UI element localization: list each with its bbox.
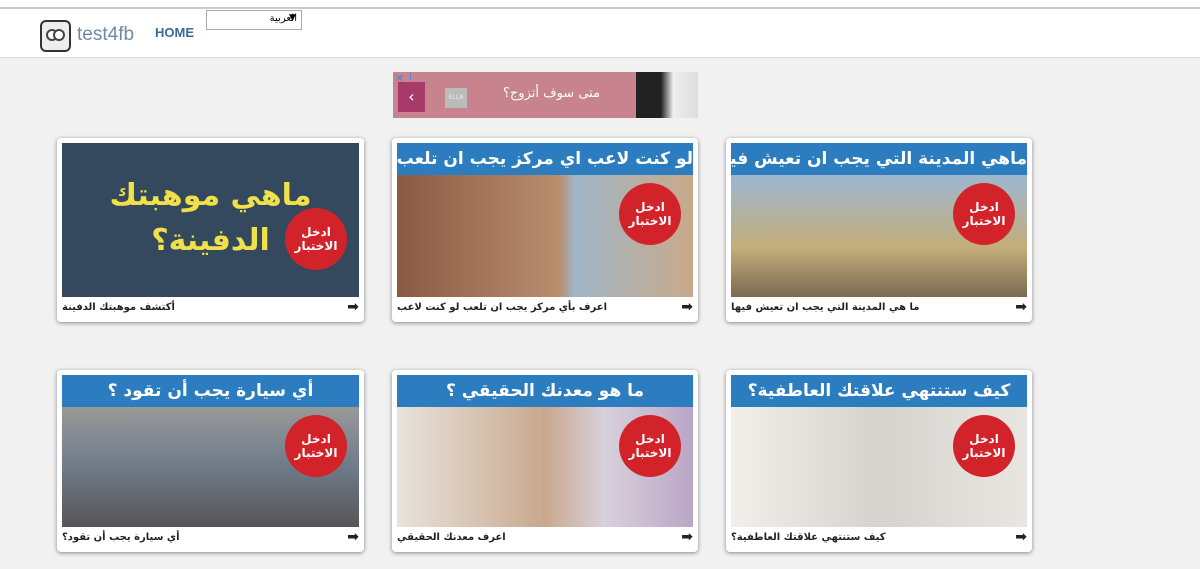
dropdown-arrow-icon: ▼ bbox=[289, 13, 296, 23]
quiz-image[interactable]: كيف ستنتهي علاقتك العاطفية؟ ادخل الاختبا… bbox=[731, 375, 1027, 527]
advertisement-banner[interactable]: ‹ ELLA متى سوف أتزوج؟ ✕ i bbox=[393, 72, 698, 118]
nav-home-link[interactable]: HOME bbox=[155, 25, 194, 40]
quiz-card[interactable]: ما هو معدنك الحقيقي ؟ ادخل الاختبار ➡ اعر… bbox=[392, 370, 698, 552]
quiz-card[interactable]: كيف ستنتهي علاقتك العاطفية؟ ادخل الاختبا… bbox=[726, 370, 1032, 552]
arrow-right-icon[interactable]: ➡ bbox=[1015, 299, 1027, 315]
ad-close-icon[interactable]: ✕ bbox=[395, 72, 404, 85]
ad-brand-logo: ELLA bbox=[445, 88, 467, 108]
quiz-card[interactable]: ماهي المدينة التي يجب ان تعيش فيها ادخل … bbox=[726, 138, 1032, 322]
arrow-right-icon[interactable]: ➡ bbox=[1015, 529, 1027, 545]
enter-quiz-badge: ادخل الاختبار bbox=[285, 208, 347, 270]
arrow-right-icon[interactable]: ➡ bbox=[347, 529, 359, 545]
quiz-caption-link[interactable]: ما هي المدينة التي يجب ان تعيش فيها bbox=[731, 302, 919, 313]
ad-wedding-photo bbox=[636, 72, 698, 118]
arrow-right-icon[interactable]: ➡ bbox=[681, 299, 693, 315]
enter-quiz-badge: ادخل الاختبار bbox=[953, 415, 1015, 477]
quiz-image[interactable]: ماهي المدينة التي يجب ان تعيش فيها ادخل … bbox=[731, 143, 1027, 297]
quiz-image[interactable]: أي سيارة يجب أن تقود ؟ ادخل الاختبار bbox=[62, 375, 359, 527]
quiz-caption-link[interactable]: أي سيارة يجب أن تقود؟ bbox=[62, 532, 180, 543]
quiz-card[interactable]: لو كنت لاعب اي مركز يجب ان تلعب ادخل الا… bbox=[392, 138, 698, 322]
quiz-banner: ماهي المدينة التي يجب ان تعيش فيها bbox=[731, 143, 1027, 175]
arrow-right-icon[interactable]: ➡ bbox=[347, 299, 359, 315]
quiz-banner: أي سيارة يجب أن تقود ؟ bbox=[62, 375, 359, 407]
navbar: test4fb HOME العربية ▼ bbox=[0, 9, 1200, 58]
quiz-caption-link[interactable]: اعرف معدنك الحقيقي bbox=[397, 532, 506, 543]
dog-logo-icon[interactable] bbox=[40, 20, 71, 52]
enter-quiz-badge: ادخل الاختبار bbox=[285, 415, 347, 477]
browser-top-edge bbox=[0, 0, 1200, 9]
quiz-banner: ما هو معدنك الحقيقي ؟ bbox=[397, 375, 693, 407]
language-select[interactable]: العربية ▼ bbox=[206, 10, 302, 30]
arrow-right-icon[interactable]: ➡ bbox=[681, 529, 693, 545]
ad-text: متى سوف أتزوج؟ bbox=[503, 86, 601, 101]
quiz-caption-link[interactable]: أكتشف موهبتك الدفينة bbox=[62, 302, 175, 313]
enter-quiz-badge: ادخل الاختبار bbox=[619, 415, 681, 477]
brand-name[interactable]: test4fb bbox=[77, 24, 134, 46]
ad-back-button[interactable]: ‹ bbox=[398, 82, 425, 112]
quiz-banner: كيف ستنتهي علاقتك العاطفية؟ bbox=[731, 375, 1027, 407]
ad-info-icon[interactable]: i bbox=[409, 72, 412, 83]
quiz-banner: لو كنت لاعب اي مركز يجب ان تلعب bbox=[397, 143, 693, 175]
quiz-image[interactable]: ما هو معدنك الحقيقي ؟ ادخل الاختبار bbox=[397, 375, 693, 527]
quiz-card[interactable]: ماهي موهبتك الدفينة؟ ادخل الاختبار ➡ أكتش… bbox=[57, 138, 364, 322]
quiz-image[interactable]: لو كنت لاعب اي مركز يجب ان تلعب ادخل الا… bbox=[397, 143, 693, 297]
enter-quiz-badge: ادخل الاختبار bbox=[953, 183, 1015, 245]
enter-quiz-badge: ادخل الاختبار bbox=[619, 183, 681, 245]
quiz-image[interactable]: ماهي موهبتك الدفينة؟ ادخل الاختبار bbox=[62, 143, 359, 297]
quiz-caption-link[interactable]: اعرف بأي مركز يجب ان تلعب لو كنت لاعب bbox=[397, 302, 607, 313]
quiz-caption-link[interactable]: كيف ستنتهي علاقتك العاطفية؟ bbox=[731, 532, 886, 543]
quiz-card[interactable]: أي سيارة يجب أن تقود ؟ ادخل الاختبار ➡ أي… bbox=[57, 370, 364, 552]
